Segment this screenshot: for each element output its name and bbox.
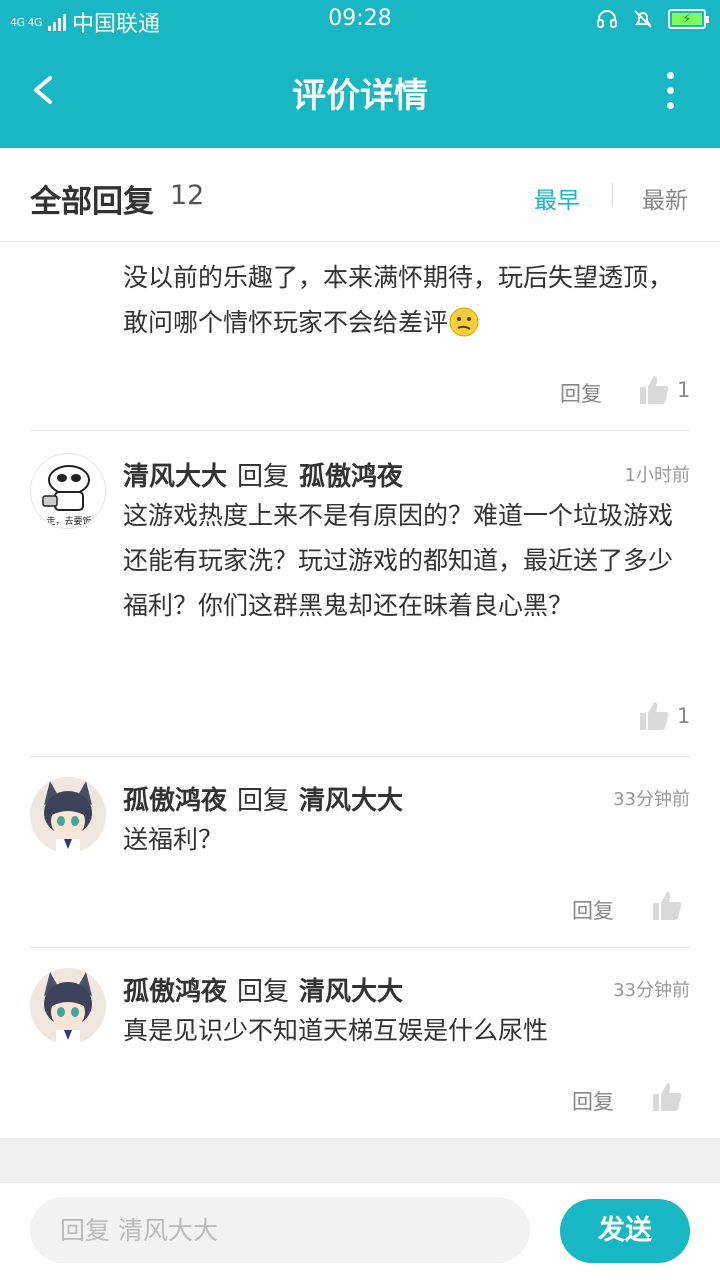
sort-latest-tab[interactable]: 最新 <box>642 181 688 215</box>
reply-word: 回复 <box>237 462 290 492</box>
mute-bell-icon <box>634 10 652 28</box>
comment-header: 清风大大 回复 孤傲鸿夜 <box>123 456 403 493</box>
comment-list: 没以前的乐趣了，本来满怀期待，玩后失望透顶，敢问哪个情怀玩家不会给差评 回复 1… <box>0 243 720 1138</box>
replies-count: 12 <box>170 180 205 211</box>
reply-button[interactable]: 回复 <box>572 1086 614 1116</box>
thumbs-up-icon[interactable] <box>650 889 684 923</box>
comment-item: 孤傲鸿夜 回复 清风大大 33分钟前 真是见识少不知道天梯互娱是什么尿性 回复 <box>0 948 720 1138</box>
author-name[interactable]: 清风大大 <box>123 462 227 492</box>
reply-target-name[interactable]: 孤傲鸿夜 <box>299 462 403 492</box>
comment-header: 孤傲鸿夜 回复 清风大大 <box>123 780 403 817</box>
reply-target-name[interactable]: 清风大大 <box>299 977 403 1007</box>
like-count: 1 <box>677 378 691 402</box>
author-name[interactable]: 孤傲鸿夜 <box>123 786 227 816</box>
comment-time: 33分钟前 <box>613 980 690 1001</box>
user-avatar[interactable]: 走，去要饭 <box>30 453 106 529</box>
thumbs-up-icon[interactable] <box>637 699 671 733</box>
reply-button[interactable]: 回复 <box>560 378 602 408</box>
thumbs-up-icon[interactable] <box>637 373 671 407</box>
sort-earliest-tab[interactable]: 最早 <box>534 181 580 215</box>
confused-emoji-icon <box>449 307 479 337</box>
reply-word: 回复 <box>237 786 290 816</box>
list-end-spacer <box>0 1138 720 1182</box>
comment-header: 孤傲鸿夜 回复 清风大大 <box>123 971 403 1008</box>
reply-word: 回复 <box>237 977 290 1007</box>
thumbs-up-icon[interactable] <box>650 1080 684 1114</box>
reply-composer: 发送 <box>0 1182 720 1280</box>
page-title: 评价详情 <box>292 76 428 116</box>
sort-divider <box>612 183 613 207</box>
comment-item: 走，去要饭 清风大大 回复 孤傲鸿夜 1小时前 这游戏热度上来不是有原因的？难道一个… <box>0 431 720 756</box>
comment-text: 真是见识少不知道天梯互娱是什么尿性 <box>123 1016 549 1045</box>
comment-text: 这游戏热度上来不是有原因的？难道一个垃圾游戏还能有玩家洗？玩过游戏的都知道，最近… <box>123 501 674 620</box>
replies-header: 全部回复 12 最早 最新 <box>0 148 720 242</box>
reply-target-name[interactable]: 清风大大 <box>299 786 403 816</box>
headset-icon <box>597 10 617 28</box>
comment-item: 孤傲鸿夜 回复 清风大大 33分钟前 送福利？ 回复 <box>0 757 720 947</box>
comment-time: 1小时前 <box>624 465 690 486</box>
comment-text: 没以前的乐趣了，本来满怀期待，玩后失望透顶，敢问哪个情怀玩家不会给差评 <box>123 263 674 337</box>
like-count: 1 <box>677 704 691 728</box>
comment-text: 送福利？ <box>123 825 224 854</box>
avatar-caption: 走，去要饭 <box>46 515 91 527</box>
replies-title: 全部回复 <box>30 184 154 220</box>
send-button[interactable]: 发送 <box>560 1199 690 1263</box>
comment-time: 33分钟前 <box>613 789 690 810</box>
reply-input[interactable] <box>30 1197 530 1263</box>
battery-charging-icon: ⚡ <box>668 9 709 29</box>
top-bar: 4G 4G 中国联通 09:28 ⚡ 评价详情 <box>0 0 720 148</box>
user-avatar[interactable] <box>30 777 106 853</box>
reply-button[interactable]: 回复 <box>572 895 614 925</box>
status-bar: 4G 4G 中国联通 09:28 ⚡ <box>0 0 720 38</box>
comment-item: 没以前的乐趣了，本来满怀期待，玩后失望透顶，敢问哪个情怀玩家不会给差评 回复 1 <box>0 243 720 430</box>
author-name[interactable]: 孤傲鸿夜 <box>123 977 227 1007</box>
user-avatar[interactable] <box>30 968 106 1044</box>
more-vertical-icon[interactable] <box>660 72 680 116</box>
app-bar: 评价详情 <box>0 38 720 148</box>
